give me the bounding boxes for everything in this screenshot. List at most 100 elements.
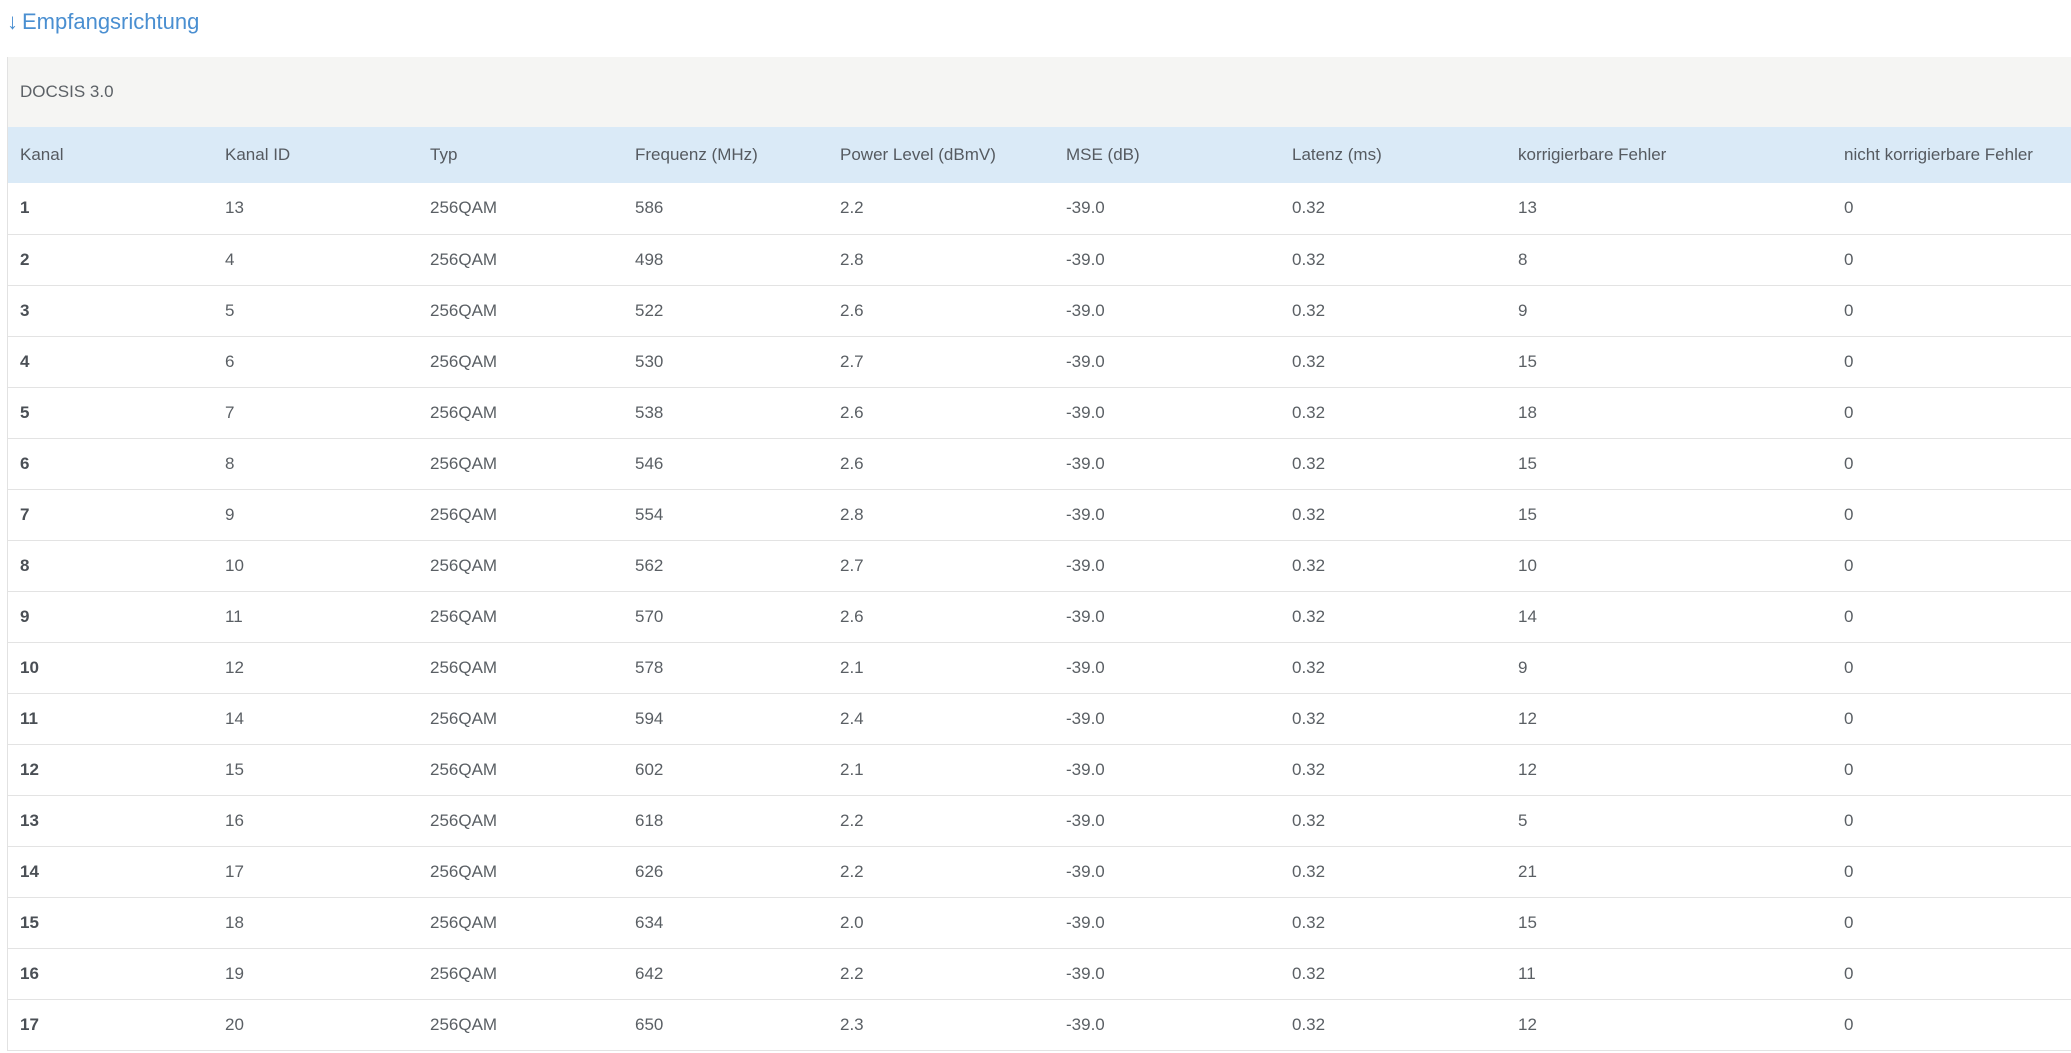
power-level-cell: 2.2 [840, 861, 864, 881]
typ-cell: 256QAM [430, 912, 498, 932]
power-level-cell: 2.7 [840, 555, 864, 575]
nicht-korrigierbare-fehler-cell: 0 [1844, 249, 1854, 269]
kanal-id-cell: 11 [225, 606, 243, 626]
table-row: 16 19 256QAM 642 2.2 -39.0 0.32 11 0 [8, 948, 2071, 999]
panel-title: DOCSIS 3.0 [8, 57, 2071, 127]
kanal-id-cell: 4 [225, 249, 235, 269]
frequenz-cell: 498 [635, 249, 664, 269]
table-row: 4 6 256QAM 530 2.7 -39.0 0.32 15 0 [8, 336, 2071, 387]
mse-cell: -39.0 [1066, 759, 1105, 779]
power-level-cell: 2.1 [840, 759, 864, 779]
nicht-korrigierbare-fehler-cell: 0 [1844, 657, 1854, 677]
table-row: 7 9 256QAM 554 2.8 -39.0 0.32 15 0 [8, 489, 2071, 540]
latenz-cell: 0.32 [1292, 657, 1326, 677]
nicht-korrigierbare-fehler-cell: 0 [1844, 402, 1854, 422]
typ-cell: 256QAM [430, 555, 498, 575]
mse-cell: -39.0 [1066, 300, 1105, 320]
column-header-kanal-id: Kanal ID [225, 145, 291, 164]
column-header-typ: Typ [430, 145, 458, 164]
mse-cell: -39.0 [1066, 198, 1105, 218]
kanal-id-cell: 16 [225, 810, 244, 830]
typ-cell: 256QAM [430, 249, 498, 269]
korrigierbare-fehler-cell: 9 [1518, 300, 1528, 320]
korrigierbare-fehler-cell: 11 [1518, 963, 1536, 983]
table-row: 11 14 256QAM 594 2.4 -39.0 0.32 12 0 [8, 693, 2071, 744]
table-row: 15 18 256QAM 634 2.0 -39.0 0.32 15 0 [8, 897, 2071, 948]
kanal-cell: 14 [20, 861, 39, 881]
table-row: 6 8 256QAM 546 2.6 -39.0 0.32 15 0 [8, 438, 2071, 489]
frequenz-cell: 602 [635, 759, 664, 779]
kanal-id-cell: 5 [225, 300, 235, 320]
power-level-cell: 2.6 [840, 606, 864, 626]
frequenz-cell: 530 [635, 351, 664, 371]
latenz-cell: 0.32 [1292, 861, 1326, 881]
kanal-id-cell: 18 [225, 912, 244, 932]
kanal-id-cell: 15 [225, 759, 244, 779]
column-header-korrigierbare-fehler: korrigierbare Fehler [1518, 145, 1667, 164]
kanal-cell: 1 [20, 198, 30, 218]
latenz-cell: 0.32 [1292, 351, 1326, 371]
mse-cell: -39.0 [1066, 861, 1105, 881]
kanal-id-cell: 14 [225, 708, 244, 728]
latenz-cell: 0.32 [1292, 963, 1326, 983]
mse-cell: -39.0 [1066, 606, 1105, 626]
typ-cell: 256QAM [430, 504, 498, 524]
kanal-cell: 6 [20, 453, 30, 473]
power-level-cell: 2.0 [840, 912, 864, 932]
column-header-kanal: Kanal [20, 145, 64, 164]
mse-cell: -39.0 [1066, 1014, 1105, 1034]
power-level-cell: 2.7 [840, 351, 864, 371]
latenz-cell: 0.32 [1292, 810, 1326, 830]
channel-table-body: 1 13 256QAM 586 2.2 -39.0 0.32 13 0 2 4 256QAM 498 2.… [8, 183, 2071, 1050]
korrigierbare-fehler-cell: 5 [1518, 810, 1528, 830]
mse-cell: -39.0 [1066, 708, 1105, 728]
typ-cell: 256QAM [430, 861, 498, 881]
mse-cell: -39.0 [1066, 810, 1105, 830]
korrigierbare-fehler-cell: 10 [1518, 555, 1537, 575]
column-header-power-level: Power Level (dBmV) [840, 145, 996, 164]
kanal-cell: 5 [20, 402, 30, 422]
mse-cell: -39.0 [1066, 351, 1105, 371]
kanal-id-cell: 19 [225, 963, 244, 983]
docsis-panel: DOCSIS 3.0 Kanal Kanal ID Typ Frequenz (… [7, 57, 2071, 1051]
kanal-id-cell: 10 [225, 555, 244, 575]
table-row: 10 12 256QAM 578 2.1 -39.0 0.32 9 0 [8, 642, 2071, 693]
nicht-korrigierbare-fehler-cell: 0 [1844, 453, 1854, 473]
table-row: 9 11 256QAM 570 2.6 -39.0 0.32 14 0 [8, 591, 2071, 642]
mse-cell: -39.0 [1066, 249, 1105, 269]
latenz-cell: 0.32 [1292, 1014, 1326, 1034]
typ-cell: 256QAM [430, 606, 498, 626]
nicht-korrigierbare-fehler-cell: 0 [1844, 351, 1854, 371]
latenz-cell: 0.32 [1292, 504, 1326, 524]
table-row: 1 13 256QAM 586 2.2 -39.0 0.32 13 0 [8, 183, 2071, 234]
mse-cell: -39.0 [1066, 504, 1105, 524]
typ-cell: 256QAM [430, 1014, 498, 1034]
kanal-id-cell: 6 [225, 351, 235, 371]
frequenz-cell: 522 [635, 300, 664, 320]
power-level-cell: 2.2 [840, 810, 864, 830]
kanal-id-cell: 20 [225, 1014, 244, 1034]
kanal-id-cell: 9 [225, 504, 235, 524]
typ-cell: 256QAM [430, 453, 498, 473]
latenz-cell: 0.32 [1292, 555, 1326, 575]
korrigierbare-fehler-cell: 15 [1518, 453, 1537, 473]
section-heading-downstream[interactable]: ↓ Empfangsrichtung [7, 6, 199, 38]
frequenz-cell: 650 [635, 1014, 664, 1034]
nicht-korrigierbare-fehler-cell: 0 [1844, 198, 1854, 218]
power-level-cell: 2.6 [840, 300, 864, 320]
frequenz-cell: 570 [635, 606, 664, 626]
latenz-cell: 0.32 [1292, 606, 1326, 626]
typ-cell: 256QAM [430, 351, 498, 371]
typ-cell: 256QAM [430, 810, 498, 830]
latenz-cell: 0.32 [1292, 453, 1326, 473]
column-header-nicht-korrigierbare-fehler: nicht korrigierbare Fehler [1844, 145, 2033, 164]
nicht-korrigierbare-fehler-cell: 0 [1844, 963, 1854, 983]
korrigierbare-fehler-cell: 15 [1518, 351, 1537, 371]
nicht-korrigierbare-fehler-cell: 0 [1844, 861, 1854, 881]
kanal-cell: 9 [20, 606, 30, 626]
table-row: 5 7 256QAM 538 2.6 -39.0 0.32 18 0 [8, 387, 2071, 438]
frequenz-cell: 642 [635, 963, 664, 983]
frequenz-cell: 586 [635, 198, 664, 218]
latenz-cell: 0.32 [1292, 300, 1326, 320]
korrigierbare-fehler-cell: 15 [1518, 912, 1537, 932]
